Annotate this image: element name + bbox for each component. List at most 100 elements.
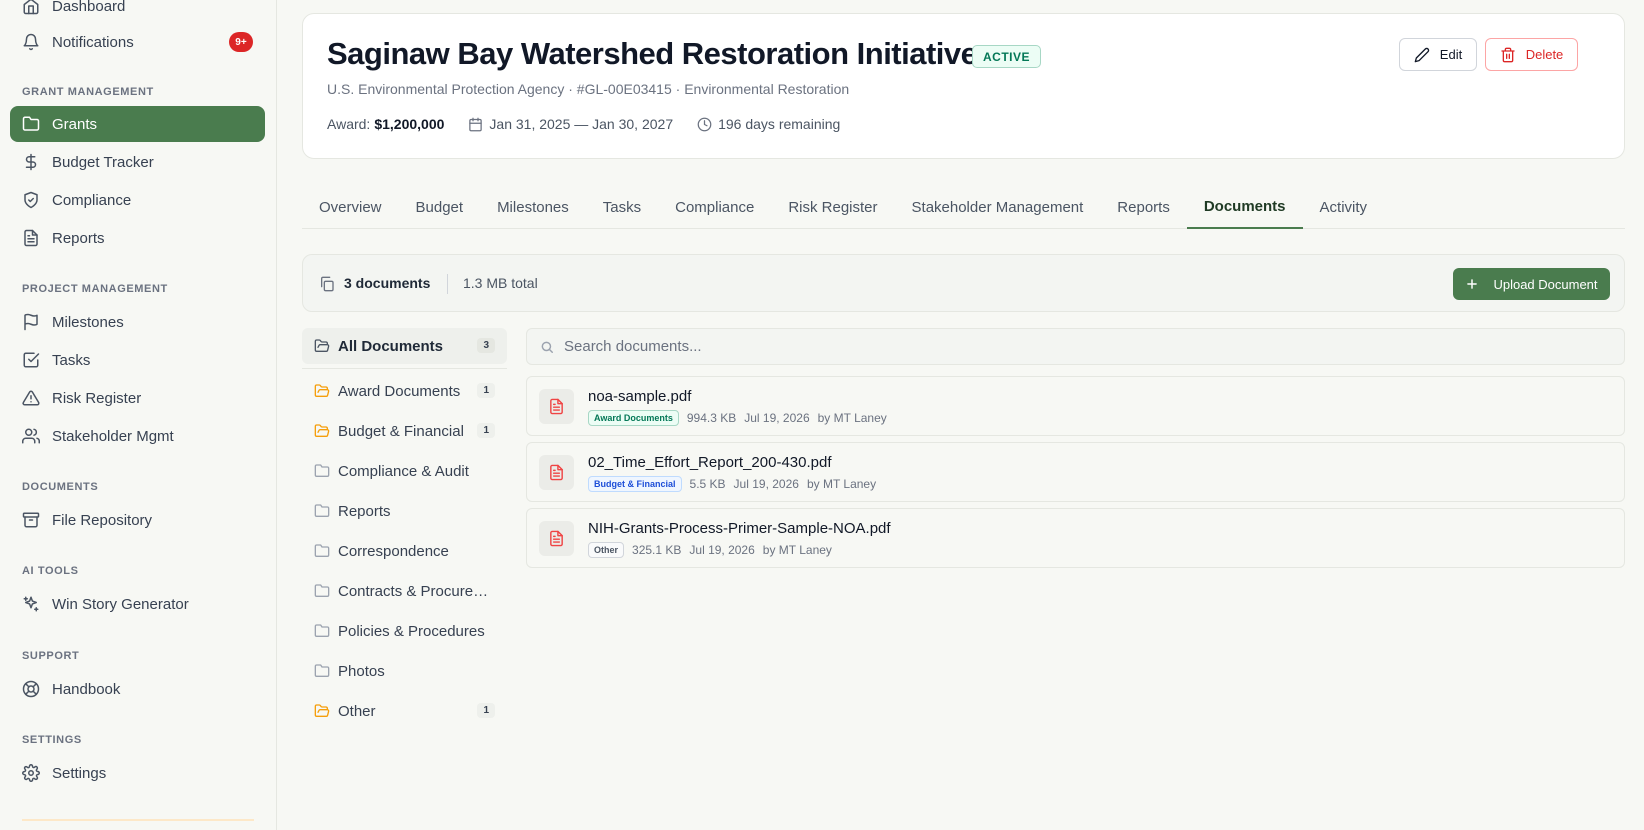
tab-milestones[interactable]: Milestones [480,185,586,229]
sidebar-item-risk-register[interactable]: Risk Register [10,380,265,416]
tab-activity[interactable]: Activity [1303,185,1385,229]
document-size: 325.1 KB [632,543,682,557]
sidebar-item-win-story-generator[interactable]: Win Story Generator [10,586,265,622]
dollar-icon [25,153,37,171]
sidebar-item-label: Settings [52,764,107,782]
date-range: Jan 31, 2025 — Jan 30, 2027 [489,116,674,132]
sidebar-item-settings[interactable]: Settings [10,755,265,791]
search-bar [526,328,1625,365]
document-category-tag: Award Documents [588,410,679,426]
notification-badge: 9+ [229,32,253,52]
upload-label: Upload Document [1493,276,1598,292]
sidebar-section-heading: DOCUMENTS [22,481,99,493]
sidebar: Dashboard Notifications 9+ GRANT MANAGEMENT… [0,0,277,830]
pdf-file-icon [539,389,574,424]
category-award-documents[interactable]: Award Documents 1 [302,373,507,409]
sidebar-footer-divider [22,819,254,821]
copy-files-icon [321,276,334,292]
document-name: NIH-Grants-Process-Primer-Sample-NOA.pdf [588,520,891,537]
delete-label: Delete [1525,47,1564,62]
sidebar-item-label: Reports [52,229,105,247]
pdf-file-icon [539,455,574,490]
category-label: All Documents [338,337,444,355]
category-label: Budget & Financial [338,422,464,440]
document-row[interactable]: 02_Time_Effort_Report_200-430.pdf Budget … [526,442,1625,502]
sidebar-item-grants[interactable]: Grants [10,106,265,142]
document-meta: Award Documents 994.3 KB Jul 19, 2026 by MT… [588,410,887,426]
category-other[interactable]: Other 1 [302,693,507,729]
category-budget-and-financial[interactable]: Budget & Financial 1 [302,413,507,449]
sidebar-item-dashboard[interactable]: Dashboard [10,0,265,24]
category-reports[interactable]: Reports [302,493,507,529]
sidebar-item-milestones[interactable]: Milestones [10,304,265,340]
sidebar-item-notifications[interactable]: Notifications 9+ [10,24,265,60]
folder-icon [314,464,330,477]
edit-button[interactable]: Edit [1399,38,1477,71]
award-value: $1,200,000 [374,116,445,132]
folder-icon [314,544,330,557]
category-all-documents[interactable]: All Documents 3 [302,328,507,364]
category-policies-and-procedures[interactable]: Policies & Procedures [302,613,507,649]
tab-tasks[interactable]: Tasks [586,185,658,229]
file-text-icon [24,229,38,247]
tab-budget[interactable]: Budget [399,185,481,229]
sidebar-item-reports[interactable]: Reports [10,220,265,256]
delete-button[interactable]: Delete [1485,38,1578,71]
grant-tabs: Overview Budget Milestones Tasks Compliance R… [302,185,1625,229]
document-row[interactable]: NIH-Grants-Process-Primer-Sample-NOA.pdf… [526,508,1625,568]
award-label: Award: [327,116,371,132]
folder-open-icon [314,339,330,352]
flag-icon [24,313,38,331]
document-name: noa-sample.pdf [588,388,692,405]
sidebar-section-heading: PROJECT MANAGEMENT [22,283,168,295]
category-label: Correspondence [338,542,449,560]
sidebar-item-budget-tracker[interactable]: Budget Tracker [10,144,265,180]
category-count: 1 [477,703,495,718]
category-divider [302,368,507,369]
calendar-icon [469,117,483,131]
edit-label: Edit [1439,47,1463,62]
document-category-tag: Budget & Financial [588,476,682,492]
category-contracts-and-procurem[interactable]: Contracts & Procurem... [302,573,507,609]
sidebar-item-file-repository[interactable]: File Repository [10,502,265,538]
search-input[interactable] [564,338,1624,355]
sparkles-icon [23,596,39,612]
category-label: Compliance & Audit [338,462,469,480]
tab-stakeholder-management[interactable]: Stakeholder Management [895,185,1101,229]
sidebar-section-heading: SETTINGS [22,734,82,746]
category-correspondence[interactable]: Correspondence [302,533,507,569]
document-row[interactable]: noa-sample.pdf Award Documents 994.3 KB Jul… [526,376,1625,436]
sidebar-item-handbook[interactable]: Handbook [10,671,265,707]
document-date: Jul 19, 2026 [744,411,810,425]
archive-icon [22,512,40,528]
category-label: Other [338,702,376,720]
category-label: Policies & Procedures [338,622,485,640]
document-uploader: by MT Laney [762,543,832,557]
tab-risk-register[interactable]: Risk Register [771,185,894,229]
tab-documents[interactable]: Documents [1186,185,1303,229]
folder-icon [314,504,330,517]
tab-compliance[interactable]: Compliance [658,185,771,229]
upload-document-button[interactable]: Upload Document [1453,268,1610,300]
tab-reports[interactable]: Reports [1100,185,1187,229]
folder-open-icon [314,384,330,397]
grant-header-card: Saginaw Bay Watershed Restoration Initia… [302,13,1625,159]
tab-overview[interactable]: Overview [302,185,399,229]
sidebar-item-tasks[interactable]: Tasks [10,342,265,378]
document-size: 994.3 KB [686,411,737,425]
sidebar-item-label: Notifications [52,33,134,51]
sidebar-item-stakeholder-mgmt[interactable]: Stakeholder Mgmt [10,418,265,454]
category-compliance-and-audit[interactable]: Compliance & Audit [302,453,507,489]
category-photos[interactable]: Photos [302,653,507,689]
check-square-icon [23,352,40,368]
document-date: Jul 19, 2026 [689,543,755,557]
shield-check-icon [24,191,38,209]
sidebar-item-label: File Repository [52,511,153,529]
users-icon [22,428,40,444]
sidebar-item-label: Milestones [52,313,124,331]
folder-icon [314,584,330,597]
sidebar-item-compliance[interactable]: Compliance [10,182,265,218]
category-count: 1 [477,383,495,398]
clock-icon [697,117,712,131]
page-title: Saginaw Bay Watershed Restoration Initia… [327,36,978,71]
